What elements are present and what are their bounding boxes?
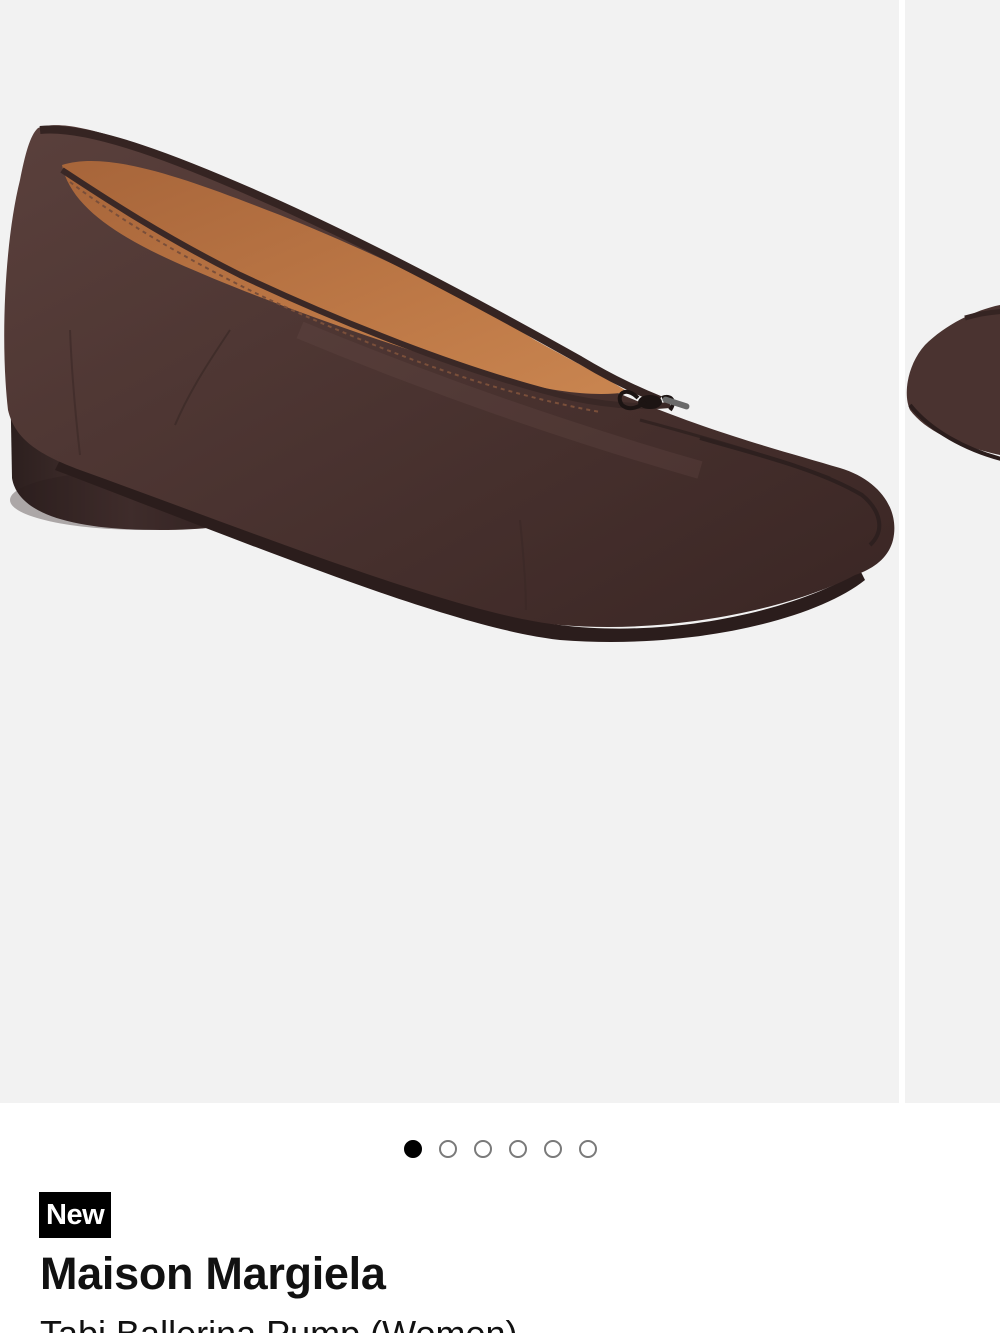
carousel-dot[interactable] (438, 1140, 457, 1158)
carousel-dot[interactable] (508, 1140, 527, 1158)
carousel-dot[interactable] (543, 1140, 562, 1158)
new-badge: New (39, 1192, 112, 1238)
product-image[interactable] (0, 0, 899, 1103)
carousel-dot[interactable] (578, 1140, 597, 1158)
product-image-carousel[interactable] (0, 0, 1000, 1103)
product-card: New Maison Margiela Tabi Ballerina Pump … (0, 0, 1000, 1333)
carousel-dot[interactable] (473, 1140, 492, 1158)
shoe-illustration (4, 125, 895, 642)
product-name[interactable]: Tabi Ballerina Pump (Women) (40, 1312, 518, 1333)
next-product-image[interactable] (905, 0, 1000, 1103)
carousel-pagination (0, 1140, 1000, 1162)
carousel-dot[interactable] (403, 1140, 422, 1158)
next-shoe-illustration (906, 305, 1000, 461)
brand-name[interactable]: Maison Margiela (40, 1246, 386, 1302)
